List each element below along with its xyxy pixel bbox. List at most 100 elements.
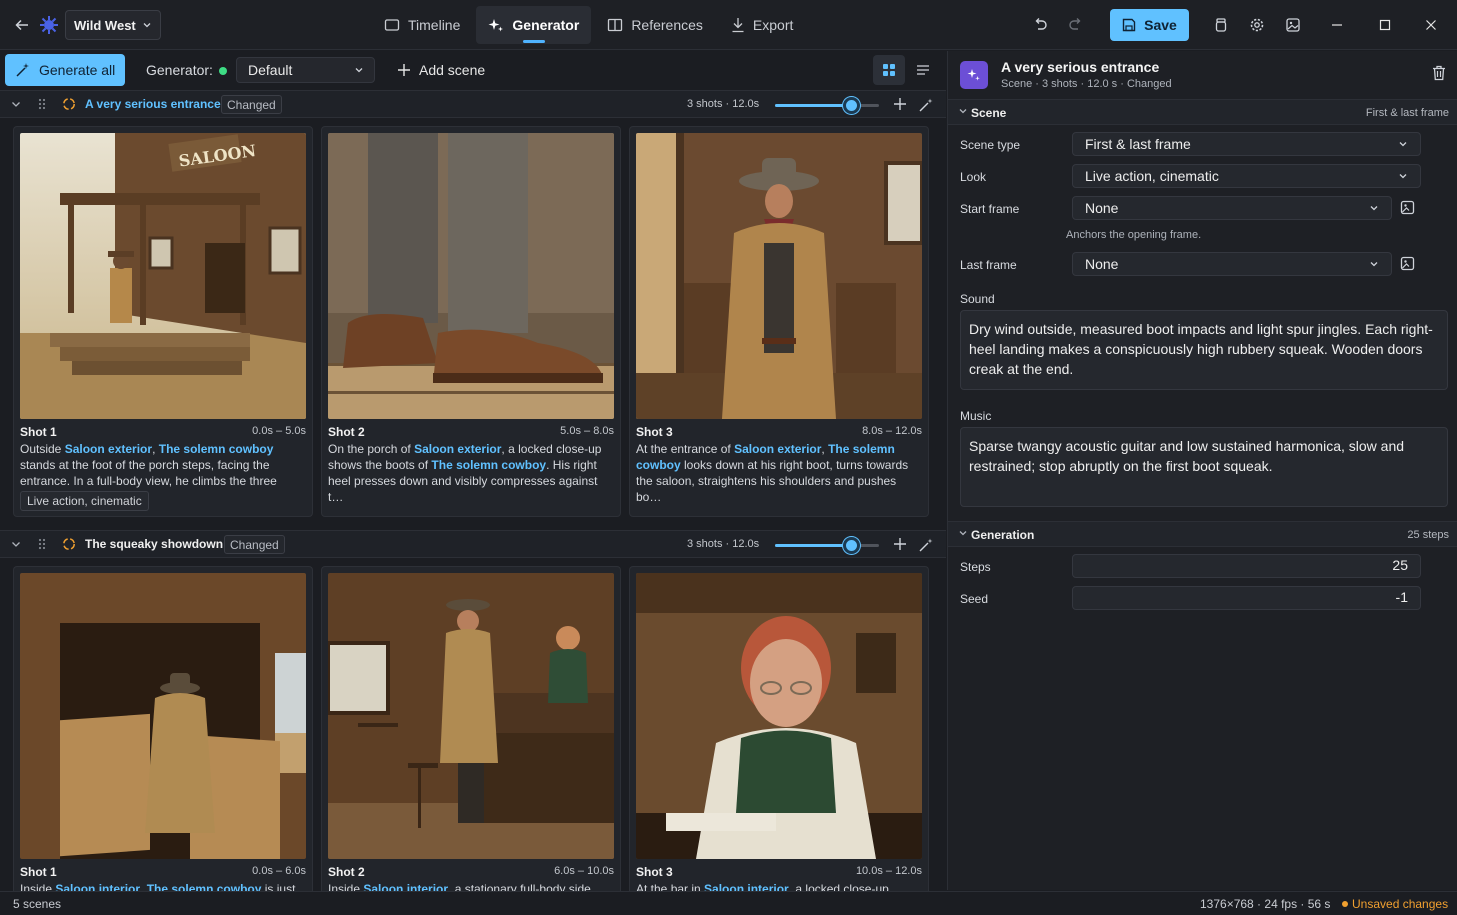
image-panel-icon[interactable] [1279,11,1307,39]
slider-knob[interactable] [843,537,861,554]
add-scene-label: Add scene [419,62,486,78]
shot-card[interactable]: Shot 1 0.0s – 6.0s Inside Saloon interio… [13,566,313,891]
start-frame-label: Start frame [960,202,1020,216]
last-frame-label: Last frame [960,258,1017,272]
chevron-down-icon [1370,206,1378,211]
generation-section-header[interactable]: Generation 25 steps [948,521,1457,547]
entity-reference-link[interactable]: Saloon exterior [734,442,821,456]
thumbnail-size-slider[interactable] [775,97,879,114]
scene-section-header[interactable]: Scene First & last frame [948,99,1457,125]
entity-reference-link[interactable]: The solemn cowboy [159,442,274,456]
shot-thumbnail-boots-closeup[interactable] [328,133,614,419]
seed-input[interactable]: -1 [1072,586,1421,610]
save-label: Save [1144,17,1177,33]
minimize-icon[interactable] [1324,11,1350,39]
shot-card[interactable]: Shot 2 6.0s – 10.0s Inside Saloon interi… [321,566,621,891]
plus-icon[interactable] [893,537,907,551]
image-add-icon[interactable] [1400,200,1415,215]
sound-textarea[interactable]: Dry wind outside, measured boot impacts … [960,310,1448,390]
shot-card[interactable]: Shot 3 8.0s – 12.0s At the entrance of S… [629,126,929,517]
music-textarea[interactable]: Sparse twangy acoustic guitar and low su… [960,427,1448,507]
slider-knob[interactable] [843,97,861,114]
save-button[interactable]: Save [1110,9,1189,41]
entity-reference-link[interactable]: Saloon exterior [65,442,152,456]
scene-header[interactable]: The squeaky showdown Changed 3 shots · 1… [0,530,946,558]
chevron-down-icon[interactable] [10,98,22,110]
music-label: Music [960,409,992,423]
shot-card[interactable]: Shot 2 5.0s – 8.0s On the porch of Saloo… [321,126,621,517]
drag-handle-icon[interactable] [37,97,47,111]
thumbnail-size-slider[interactable] [775,537,879,554]
unsaved-dot [1342,901,1348,907]
shot-label: Shot 2 [328,425,365,439]
tab-references[interactable]: References [595,6,715,44]
tab-export[interactable]: Export [719,6,805,44]
look-value: Live action, cinematic [1085,168,1219,184]
magic-wand-icon [16,63,29,77]
entity-reference-link[interactable]: The solemn cowboy [147,882,262,891]
chevron-down-icon[interactable] [10,538,22,550]
shot-time: 0.0s – 5.0s [252,425,306,437]
tab-export-label: Export [752,17,794,33]
grid-view-button[interactable] [873,55,905,85]
scene-title[interactable]: A very serious entrance [85,97,221,111]
pending-icon [63,98,75,110]
image-add-icon[interactable] [1400,256,1415,271]
last-frame-select[interactable]: None [1072,252,1392,276]
shot-description: At the bar in Saloon interior, a locked … [636,881,922,891]
shot-thumbnail-saloon-bar[interactable] [328,573,614,859]
shot-thumbnail-saloon-doors[interactable] [20,573,306,859]
maximize-icon[interactable] [1372,11,1398,39]
list-view-button[interactable] [909,55,937,85]
chevron-down-icon [1399,174,1407,179]
redo-icon[interactable] [1062,11,1090,39]
entity-reference-link[interactable]: Saloon interior [55,882,140,891]
tab-references-label: References [631,17,703,33]
shot-thumbnail-bartender-closeup[interactable] [636,573,922,859]
look-select[interactable]: Live action, cinematic [1072,164,1421,188]
tab-timeline[interactable]: Timeline [372,6,472,44]
generate-all-button[interactable]: Generate all [5,54,125,86]
back-icon[interactable] [10,13,34,37]
shot-card[interactable]: SALOON Shot 1 0.0s – 5.0s Outside Saloon… [13,126,313,517]
shot-thumbnail-saloon-exterior[interactable]: SALOON [20,133,306,419]
gear-icon[interactable] [1243,11,1271,39]
entity-reference-link[interactable]: Saloon exterior [414,442,501,456]
scene-header[interactable]: A very serious entrance Changed 3 shots … [0,90,946,118]
look-tag[interactable]: Live action, cinematic [20,491,149,511]
scene-title[interactable]: The squeaky showdown [85,537,223,551]
chevron-down-icon[interactable] [958,528,968,538]
close-icon[interactable] [1418,11,1444,39]
drag-handle-icon[interactable] [37,537,47,551]
steps-input[interactable]: 25 [1072,554,1421,578]
entity-reference-link[interactable]: The solemn cowboy [431,458,546,472]
shot-description: Inside Saloon interior, The solemn cowbo… [20,881,306,891]
add-scene-button[interactable]: Add scene [397,59,485,81]
tab-generator[interactable]: Generator [476,6,592,44]
undo-icon[interactable] [1026,11,1054,39]
entity-reference-link[interactable]: Saloon interior [704,882,789,891]
start-frame-select[interactable]: None [1072,196,1392,220]
chevron-down-icon [143,23,151,28]
trash-icon[interactable] [1432,65,1446,81]
scene-type-select[interactable]: First & last frame [1072,132,1421,156]
scene-meta: 3 shots · 12.0s [687,98,760,110]
shot-label: Shot 1 [20,425,57,439]
generate-all-label: Generate all [39,62,116,78]
shot-card[interactable]: Shot 3 10.0s – 12.0s At the bar in Saloo… [629,566,929,891]
shot-thumbnail-cowboy-entrance[interactable] [636,133,922,419]
entity-reference-link[interactable]: Saloon interior [363,882,448,891]
magic-wand-icon[interactable] [918,97,934,113]
grid-icon [883,64,895,76]
jar-icon[interactable] [1207,11,1235,39]
slider-fill [775,104,852,107]
last-frame-value: None [1085,256,1119,272]
project-selector[interactable]: Wild West [65,10,161,40]
chevron-down-icon[interactable] [958,106,968,116]
description-text: Outside [20,442,65,456]
generator-select[interactable]: Default [236,57,375,83]
magic-wand-icon[interactable] [918,537,934,553]
plus-icon[interactable] [893,97,907,111]
scene-meta: 3 shots · 12.0s [687,538,760,550]
look-label: Look [960,170,987,184]
